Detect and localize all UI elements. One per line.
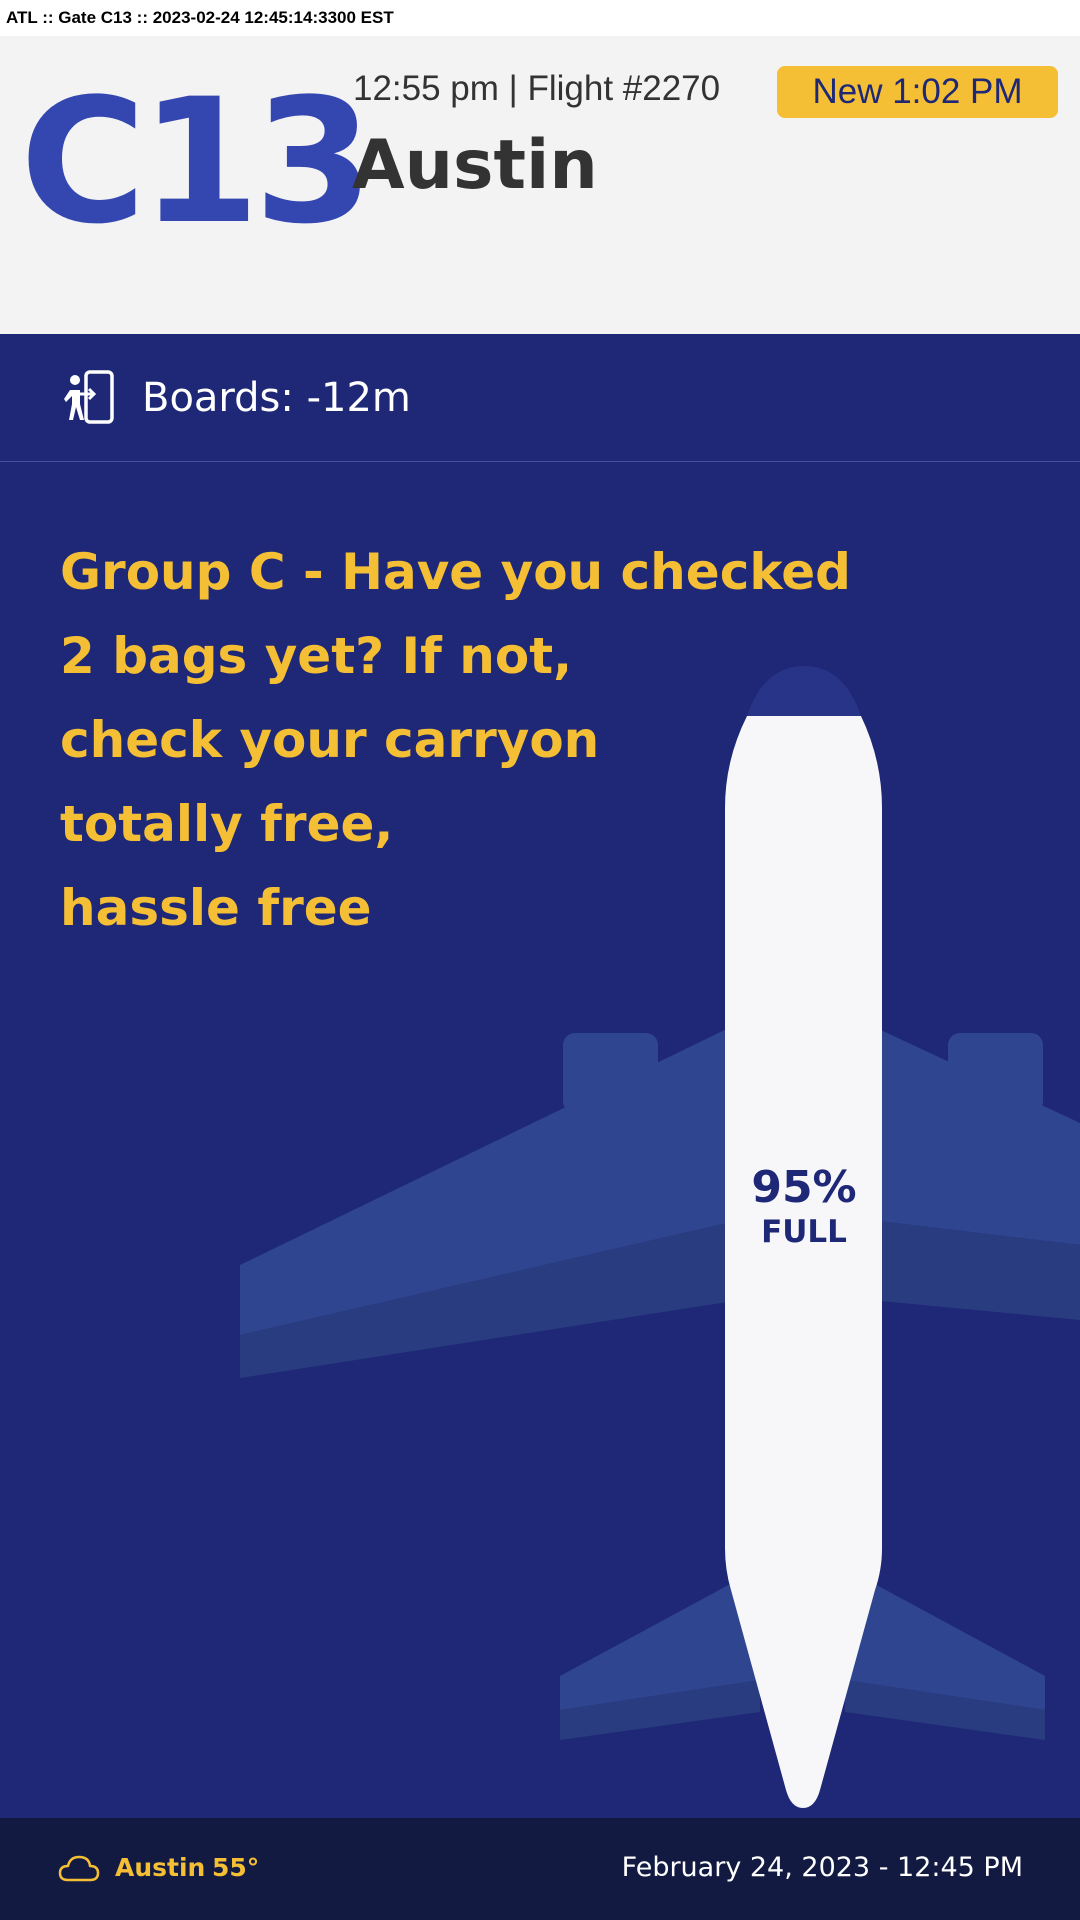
capacity-label: FULL bbox=[761, 1214, 847, 1250]
weather-temperature: 55° bbox=[212, 1853, 260, 1882]
current-datetime: February 24, 2023 - 12:45 PM bbox=[621, 1852, 1023, 1883]
weather-city: Austin bbox=[115, 1853, 206, 1882]
footer-bar: Austin 55° February 24, 2023 - 12:45 PM bbox=[0, 1818, 1080, 1920]
capacity-percent: 95% bbox=[751, 1162, 857, 1213]
capacity-plane-graphic bbox=[240, 666, 1080, 1808]
boarding-message: Group C - Have you checked 2 bags yet? I… bbox=[60, 543, 851, 937]
cloud-icon bbox=[58, 1855, 100, 1882]
capacity-readout: 95% FULL bbox=[715, 1163, 893, 1251]
